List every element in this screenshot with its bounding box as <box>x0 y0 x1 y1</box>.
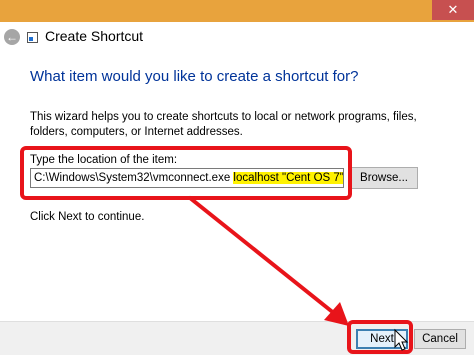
arrow-head <box>324 302 349 326</box>
arrow-line <box>188 196 342 320</box>
annotation-arrow <box>188 196 409 351</box>
mouse-cursor-icon <box>394 328 409 351</box>
